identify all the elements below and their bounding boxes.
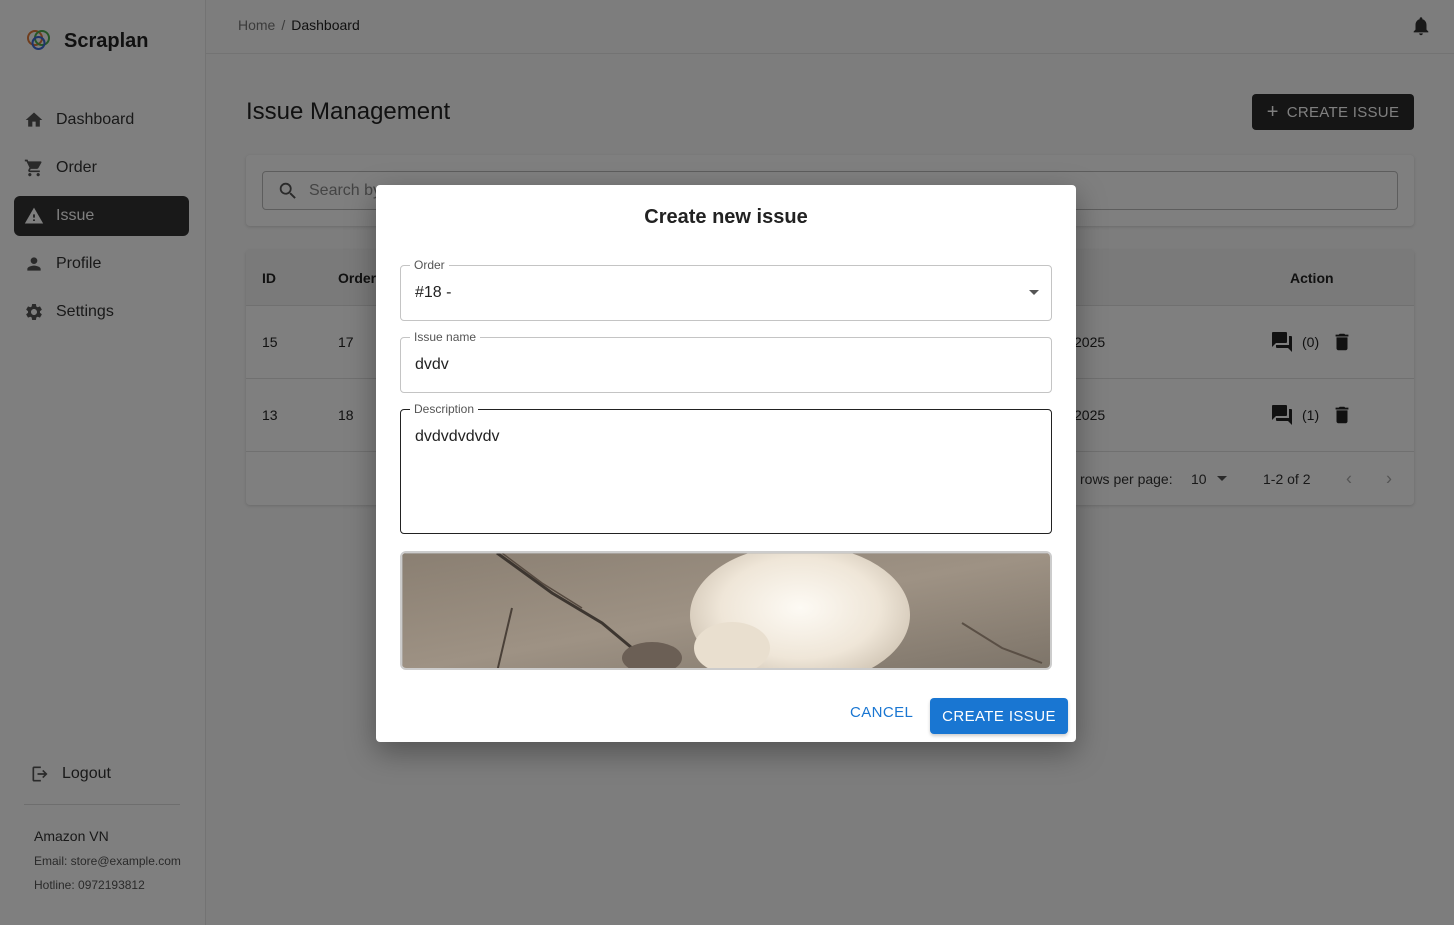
cancel-button[interactable]: CANCEL [850,704,913,721]
issue-name-field[interactable]: Issue name dvdv [400,330,1052,393]
description-value: dvdvdvdvdv [415,428,500,445]
submit-create-issue-button[interactable]: CREATE ISSUE [930,698,1068,734]
order-select[interactable]: Order #18 - [400,258,1052,321]
description-field[interactable]: Description dvdvdvdvdv [400,402,1052,534]
create-issue-dialog: Create new issue Order #18 - Issue name … [376,185,1076,742]
description-label: Description [410,402,479,416]
order-value: #18 - [415,284,452,301]
issue-photo-preview [400,551,1052,670]
issue-name-label: Issue name [410,330,481,344]
chevron-down-icon [1029,290,1039,295]
submit-create-issue-label: CREATE ISSUE [942,707,1056,725]
issue-name-value: dvdv [415,356,449,373]
order-label: Order [410,258,449,272]
dialog-title: Create new issue [644,206,808,228]
